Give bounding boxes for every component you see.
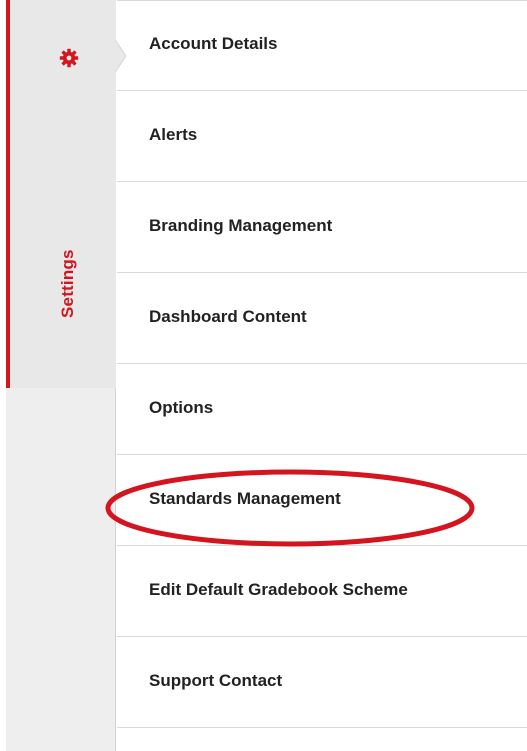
menu-item-standards-management[interactable]: Standards Management [117,455,527,546]
menu-item-label: Support Contact [149,671,283,690]
gear-icon [59,48,79,68]
settings-tab-label-wrap: Settings [58,249,78,319]
menu-item-branding-management[interactable]: Branding Management [117,182,527,273]
menu-item-label: Account Details [149,34,278,53]
menu-item-label: Branding Management [149,216,333,235]
menu-item-label: Dashboard Content [149,307,307,326]
menu-item-label: Alerts [149,125,198,144]
settings-menu: Account Details Alerts Branding Manageme… [117,0,527,751]
menu-item-dashboard-content[interactable]: Dashboard Content [117,273,527,364]
menu-item-label: Standards Management [149,489,341,508]
settings-tab-label: Settings [58,249,77,318]
menu-item-label: Options [149,398,214,417]
active-item-pointer-icon [114,38,127,74]
menu-item-edit-default-gradebook-scheme[interactable]: Edit Default Gradebook Scheme [117,546,527,637]
settings-panel: Settings Account Details Alerts Branding… [0,0,527,751]
menu-item-alerts[interactable]: Alerts [117,91,527,182]
menu-item-options[interactable]: Options [117,364,527,455]
menu-item-label: Edit Default Gradebook Scheme [149,580,408,599]
menu-item-support-contact[interactable]: Support Contact [117,637,527,728]
settings-tab[interactable]: Settings [6,0,116,388]
menu-item-account-details[interactable]: Account Details [117,0,527,91]
